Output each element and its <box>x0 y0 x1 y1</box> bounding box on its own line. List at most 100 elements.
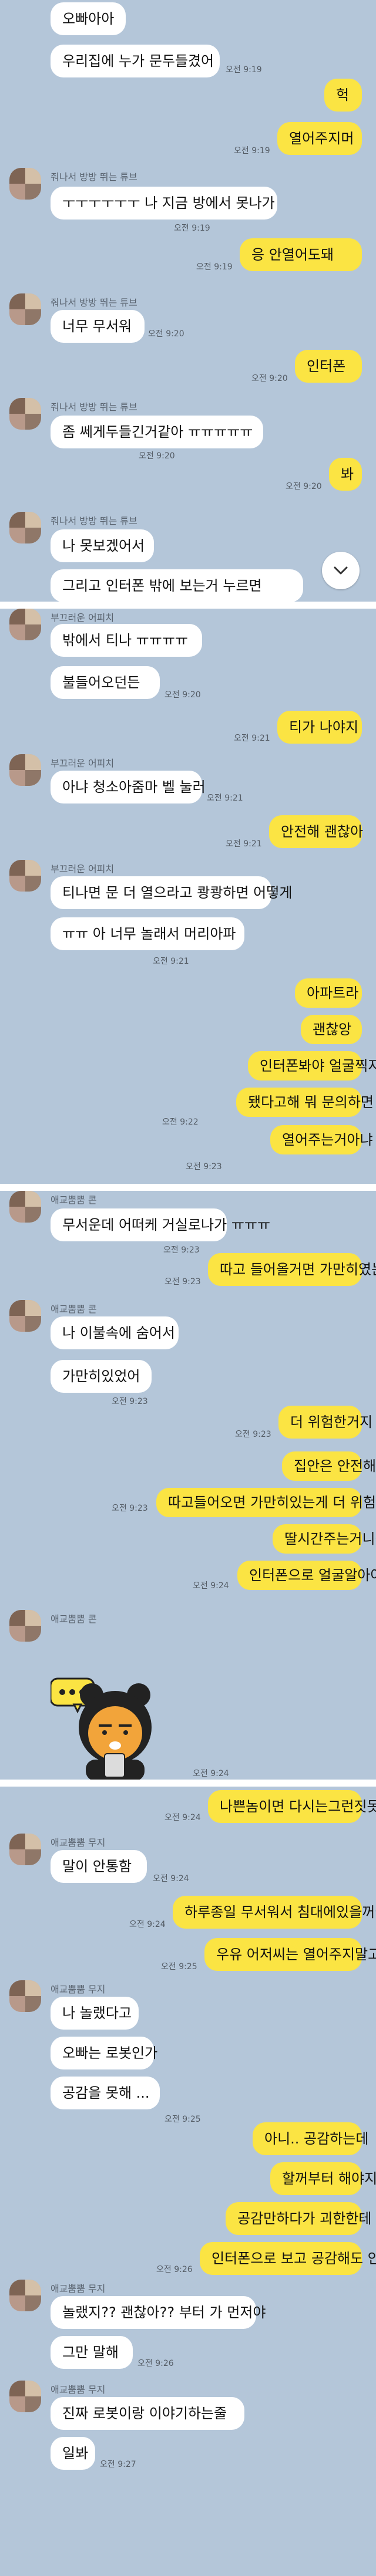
sender-name: 부끄러운 어피치 <box>51 612 115 623</box>
message-bubble: 아니.. 공감하는데 <box>253 2122 368 2155</box>
message-time: 오전 9:24 <box>129 1920 166 1929</box>
message-time: 오전 9:19 <box>234 146 270 156</box>
message-time: 오전 9:24 <box>153 1874 189 1883</box>
avatar[interactable] <box>9 860 41 892</box>
sender-name: 부끄러운 어피치 <box>51 758 115 769</box>
chat-panel-2: 부끄러운 어피치 밖에서 티나 ㅠㅠㅠㅠ 불들어오던든 오전 9:20 티가 나… <box>0 609 376 1184</box>
message-bubble: 불들어오던든 <box>51 666 160 699</box>
sender-name: 부끄러운 어피치 <box>51 863 115 875</box>
avatar[interactable] <box>9 1980 41 2012</box>
message-bubble: 인터폰 <box>295 350 362 383</box>
message-time: 오전 9:24 <box>164 1813 201 1822</box>
message-bubble: 봐 <box>329 458 362 491</box>
message-time: 오전 9:20 <box>251 374 288 383</box>
message-bubble: 우리집에 누가 문두들겼어 <box>51 45 220 77</box>
ryan-emoticon[interactable] <box>51 1672 168 1783</box>
avatar[interactable] <box>9 293 41 325</box>
message-time: 오전 9:21 <box>234 734 270 743</box>
message-bubble: 그리고 인터폰 밖에 보는거 누르면 <box>51 569 303 602</box>
message-time: 오전 9:21 <box>226 839 262 849</box>
sender-name: 줘나서 방방 뛰는 튜브 <box>51 171 137 183</box>
message-time: 오전 9:23 <box>112 1397 148 1406</box>
message-bubble: 하루종일 무서워서 침대에있을꺼야? <box>173 1896 376 1929</box>
sender-name: 애교뿜뿜 콘 <box>51 1613 97 1625</box>
message-bubble: 인터폰으로 보고 공감해도 안늦어 <box>200 2242 376 2275</box>
message-time: 오전 9:24 <box>193 1769 229 1778</box>
panel-divider <box>0 1780 376 1787</box>
message-bubble: 안전해 괜찮아 <box>269 815 363 848</box>
message-bubble: 진짜 로봇이랑 이야기하는줄 <box>51 2397 244 2430</box>
message-bubble: 집안은 안전해 <box>282 1451 376 1481</box>
avatar[interactable] <box>9 609 41 640</box>
message-bubble: 우유 어저씨는 열어주지말고 <box>204 1938 376 1971</box>
message-time: 오전 9:23 <box>186 1162 222 1171</box>
panel-divider <box>0 602 376 609</box>
message-bubble: 응 안열어도돼 <box>240 238 362 271</box>
message-time: 오전 9:26 <box>137 2359 174 2368</box>
message-time: 오전 9:21 <box>153 957 189 966</box>
message-time: 오전 9:20 <box>164 690 201 700</box>
message-bubble: 아냐 청소아줌마 벨 눌러 <box>51 771 206 803</box>
avatar[interactable] <box>9 1834 41 1865</box>
sender-name: 줘나서 방방 뛰는 튜브 <box>51 515 137 526</box>
message-time: 오전 9:21 <box>207 794 243 803</box>
avatar[interactable] <box>9 168 41 200</box>
message-time: 오전 9:24 <box>193 1581 229 1591</box>
message-bubble: 따고 들어올거면 가만히였는게 <box>208 1253 376 1286</box>
message-time: 오전 9:23 <box>163 1245 200 1255</box>
message-bubble: 열어주지머 <box>277 122 362 155</box>
message-bubble: 좀 쎄게두들긴거같아 ㅠㅠㅠㅠㅠ <box>51 416 263 448</box>
avatar[interactable] <box>9 1300 41 1332</box>
avatar[interactable] <box>9 512 41 543</box>
message-time: 오전 9:20 <box>139 451 175 461</box>
message-bubble: 오빠아아 <box>51 2 126 35</box>
message-bubble: 할꺼부터 해야지 <box>270 2162 376 2195</box>
sender-name: 줘나서 방방 뛰는 튜브 <box>51 297 137 308</box>
message-time: 오전 9:20 <box>286 482 322 491</box>
message-time: 오전 9:19 <box>174 224 210 233</box>
message-bubble: ㅜㅜㅜㅜㅜㅜ 나 지금 방에서 못나가 <box>51 187 277 220</box>
message-bubble: 괜찮앙 <box>301 1015 362 1044</box>
message-bubble: 가만히있었어 <box>51 1360 152 1393</box>
avatar[interactable] <box>9 754 41 786</box>
message-bubble: 아파트라 <box>295 978 362 1008</box>
message-time: 오전 9:22 <box>162 1117 199 1127</box>
message-time: 오전 9:20 <box>148 329 184 339</box>
avatar[interactable] <box>9 1610 41 1642</box>
message-time: 오전 9:23 <box>164 1277 201 1287</box>
message-bubble: 밖에서 티나 ㅠㅠㅠㅠ <box>51 624 202 657</box>
message-bubble: 헉 <box>324 79 362 112</box>
message-bubble: 티가 나야지 <box>277 711 362 744</box>
message-bubble: 따고들어오면 가만히있는게 더 위험하지 <box>156 1488 376 1517</box>
message-bubble: 나쁜놈이면 다시는그런짓못해 <box>208 1790 376 1823</box>
message-bubble: 놀랬지?? 괜찮아?? 부터 가 먼저야 <box>51 2296 266 2329</box>
message-bubble: 됐다고해 뭐 문의하면 <box>236 1088 374 1117</box>
message-bubble: 나 놀랬다고 <box>51 1997 139 2030</box>
message-bubble: ㅠㅠ 아 너무 놀래서 머리아파 <box>51 917 244 950</box>
message-bubble: 티나면 문 더 열으라고 쾅쾅하면 어떻게 <box>51 876 292 909</box>
message-bubble: 딸시간주는거니깐 <box>273 1524 376 1554</box>
scroll-down-button[interactable] <box>322 552 360 589</box>
avatar[interactable] <box>9 398 41 430</box>
chat-panel-1: 오빠아아 우리집에 누가 문두들겼어 오전 9:19 헉 열어주지머 오전 9:… <box>0 0 376 602</box>
message-bubble: 나 못보겠어서 <box>51 529 154 562</box>
message-time: 오전 9:26 <box>156 2265 193 2274</box>
screenshot-collage: 오빠아아 우리집에 누가 문두들겼어 오전 9:19 헉 열어주지머 오전 9:… <box>0 0 376 2576</box>
chevron-down-icon <box>334 566 348 575</box>
avatar[interactable] <box>9 2280 41 2311</box>
message-time: 오전 9:25 <box>161 1962 197 1971</box>
avatar[interactable] <box>9 1191 41 1223</box>
chat-panel-4: 나쁜놈이면 다시는그런짓못해 오전 9:24 애교뿜뿜 무지 말이 안통함 오전… <box>0 1787 376 2576</box>
message-bubble: 말이 안통함 <box>51 1850 147 1883</box>
sender-name: 애교뿜뿜 무지 <box>51 2384 106 2395</box>
message-time: 오전 9:23 <box>235 1430 271 1439</box>
message-bubble: 더 위험한거지 <box>278 1406 372 1439</box>
message-bubble: 공감을 못해 ... <box>51 2077 160 2109</box>
avatar[interactable] <box>9 2381 41 2412</box>
sender-name: 애교뿜뿜 무지 <box>51 1837 106 1848</box>
message-bubble: 열어주는거아냐 <box>270 1125 373 1154</box>
message-bubble: 무서운데 어떠케 거실로나가 ㅠㅠㅠ <box>51 1208 270 1241</box>
sender-name: 애교뿜뿜 콘 <box>51 1304 97 1315</box>
message-bubble: 나 이불속에 숨어서 <box>51 1316 179 1349</box>
message-bubble: 그만 말해 <box>51 2336 133 2369</box>
